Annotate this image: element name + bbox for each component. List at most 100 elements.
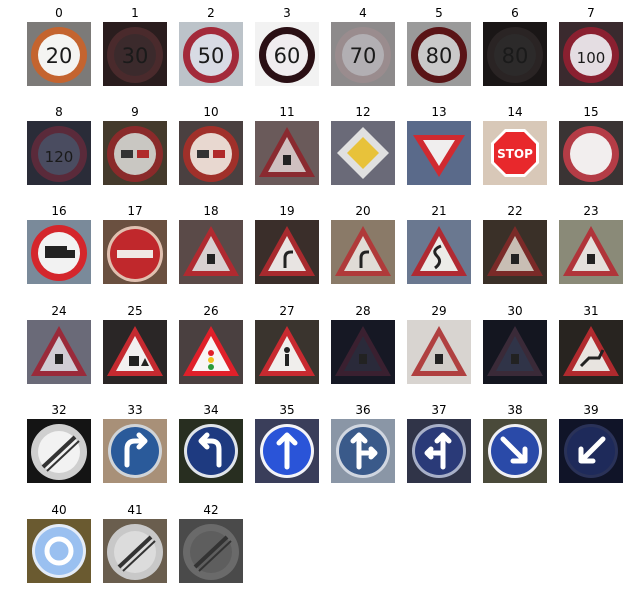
class-label: 30 xyxy=(507,304,523,318)
sign-thumbnail xyxy=(559,419,623,483)
sign-thumbnail xyxy=(103,121,167,185)
class-label: 7 xyxy=(587,6,595,20)
class-label: 9 xyxy=(131,105,139,119)
sign-thumbnail xyxy=(559,220,623,284)
speed-limit-text: 80 xyxy=(426,44,453,68)
class-label: 8 xyxy=(55,105,63,119)
speed-limit-text: 70 xyxy=(350,44,377,68)
sign-thumbnail xyxy=(179,419,243,483)
class-label: 36 xyxy=(355,403,371,417)
class-label: 29 xyxy=(431,304,447,318)
speed-limit-text: 60 xyxy=(274,44,301,68)
sign-thumbnail xyxy=(331,220,395,284)
sign-thumbnail xyxy=(179,220,243,284)
class-label: 5 xyxy=(435,6,443,20)
class-label: 40 xyxy=(51,503,67,517)
car-icon xyxy=(213,150,225,158)
class-label: 16 xyxy=(51,204,67,218)
class-label: 18 xyxy=(203,204,219,218)
sign-thumbnail xyxy=(255,220,319,284)
sign-thumbnail xyxy=(179,519,243,583)
sign-thumbnail xyxy=(407,320,471,384)
warning-symbol-icon xyxy=(511,354,519,364)
speed-limit-text: 30 xyxy=(122,44,149,68)
sign-thumbnail xyxy=(27,419,91,483)
sign-thumbnail xyxy=(27,519,91,583)
warning-symbol-icon xyxy=(207,254,215,264)
sign-face xyxy=(190,133,232,175)
sign-thumbnail xyxy=(27,320,91,384)
class-label: 17 xyxy=(127,204,143,218)
speed-limit-text: 20 xyxy=(46,44,73,68)
sign-face xyxy=(570,133,612,175)
class-label: 0 xyxy=(55,6,63,20)
class-label: 13 xyxy=(431,105,447,119)
sign-thumbnail xyxy=(255,320,319,384)
class-label: 22 xyxy=(507,204,523,218)
car-icon xyxy=(121,150,133,158)
sign-thumbnail xyxy=(407,220,471,284)
class-label: 28 xyxy=(355,304,371,318)
class-label: 6 xyxy=(511,6,519,20)
sign-thumbnail: 60 xyxy=(255,22,319,86)
sign-thumbnail: 70 xyxy=(331,22,395,86)
sign-thumbnail: 20 xyxy=(27,22,91,86)
sign-thumbnail xyxy=(331,419,395,483)
class-label: 23 xyxy=(583,204,599,218)
sign-thumbnail xyxy=(103,320,167,384)
sign-thumbnail: 50 xyxy=(179,22,243,86)
sign-thumbnail xyxy=(559,121,623,185)
sign-thumbnail: 120 xyxy=(27,121,91,185)
truck-icon xyxy=(45,246,67,258)
sign-thumbnail xyxy=(103,220,167,284)
class-label: 21 xyxy=(431,204,447,218)
stop-text: STOP xyxy=(497,147,533,161)
sign-thumbnail xyxy=(407,419,471,483)
class-label: 19 xyxy=(279,204,295,218)
sign-thumbnail: 100 xyxy=(559,22,623,86)
speed-limit-text: 80 xyxy=(502,44,529,68)
pedestrian-icon xyxy=(284,347,290,353)
class-label: 3 xyxy=(283,6,291,20)
sign-face xyxy=(114,133,156,175)
class-label: 1 xyxy=(131,6,139,20)
class-label: 32 xyxy=(51,403,67,417)
class-label: 37 xyxy=(431,403,447,417)
warning-symbol-icon xyxy=(129,356,139,366)
sign-thumbnail: 30 xyxy=(103,22,167,86)
sign-thumbnail xyxy=(407,121,471,185)
sign-thumbnail xyxy=(331,121,395,185)
class-label: 15 xyxy=(583,105,599,119)
class-label: 35 xyxy=(279,403,295,417)
sign-thumbnail xyxy=(483,220,547,284)
speed-limit-text: 50 xyxy=(198,44,225,68)
class-label: 31 xyxy=(583,304,599,318)
signal-light-icon xyxy=(208,350,214,356)
sign-thumbnail xyxy=(255,121,319,185)
class-label: 38 xyxy=(507,403,523,417)
warning-symbol-icon xyxy=(283,155,291,165)
warning-symbol-icon xyxy=(511,254,519,264)
car-icon xyxy=(197,150,209,158)
class-label: 11 xyxy=(279,105,295,119)
speed-limit-text: 100 xyxy=(577,49,606,67)
sign-thumbnail: 80 xyxy=(483,22,547,86)
sign-face xyxy=(187,427,235,475)
class-label: 2 xyxy=(207,6,215,20)
class-label: 25 xyxy=(127,304,143,318)
warning-symbol-icon xyxy=(587,254,595,264)
speed-limit-text: 120 xyxy=(45,148,74,166)
class-label: 27 xyxy=(279,304,295,318)
class-label: 10 xyxy=(203,105,219,119)
class-label: 26 xyxy=(203,304,219,318)
sign-thumbnail xyxy=(483,419,547,483)
warning-symbol-icon xyxy=(359,354,367,364)
sign-thumbnail xyxy=(103,519,167,583)
class-label: 4 xyxy=(359,6,367,20)
sign-thumbnail xyxy=(179,320,243,384)
warning-symbol-icon xyxy=(435,354,443,364)
class-label: 12 xyxy=(355,105,371,119)
class-label: 41 xyxy=(127,503,143,517)
sign-thumbnail xyxy=(559,320,623,384)
sign-thumbnail: STOP xyxy=(483,121,547,185)
